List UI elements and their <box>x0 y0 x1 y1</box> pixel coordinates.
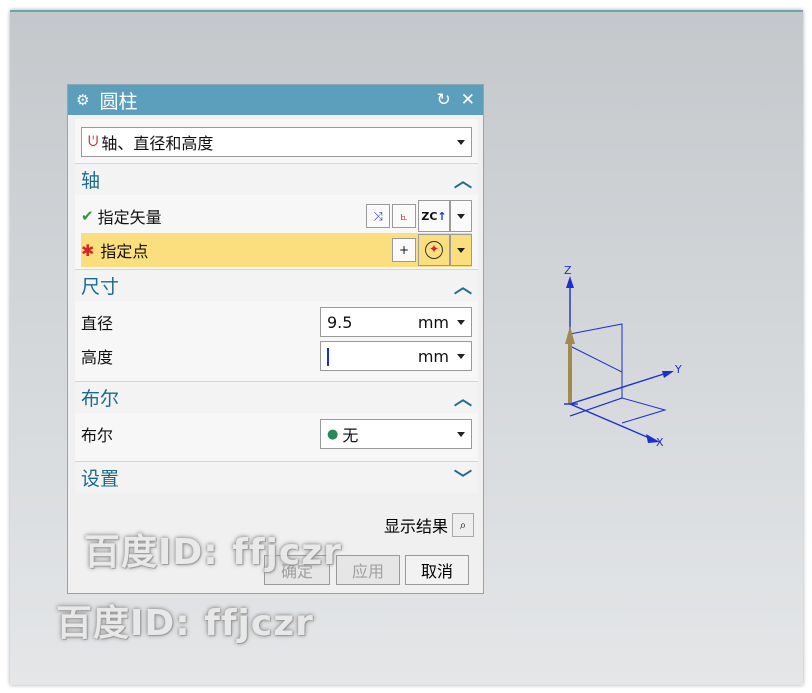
section-dimensions-title: 尺寸 <box>81 276 120 298</box>
vector-dropdown[interactable] <box>450 200 472 232</box>
chevron-down-icon[interactable]: ﹀ <box>454 465 472 491</box>
y-axis-label: Y <box>674 363 682 376</box>
section-axis-title: 轴 <box>81 170 101 192</box>
dialog-title: 圆柱 <box>99 90 138 113</box>
gear-icon[interactable]: ⚙ <box>76 91 89 109</box>
cylinder-type-select[interactable]: ᕫ 轴、直径和高度 <box>81 127 472 157</box>
cylinder-type-value: 轴、直径和高度 <box>101 134 214 153</box>
point-snap-button[interactable]: ✦ <box>418 234 450 266</box>
cancel-button[interactable]: 取消 <box>405 555 469 585</box>
y-axis-arrow <box>662 371 674 378</box>
watermark-2: 百度ID: ffjczr <box>56 603 314 644</box>
z-axis-arrow <box>566 276 574 288</box>
diameter-value[interactable]: 9.5 <box>327 313 418 332</box>
boolean-row: 布尔 ● 无 <box>81 417 472 451</box>
diameter-unit: mm <box>417 312 449 332</box>
section-boolean-body: 布尔 ● 无 <box>75 413 478 461</box>
vector-dialog-icon[interactable]: ⦜ <box>392 204 416 228</box>
section-boolean-title: 布尔 <box>81 388 120 410</box>
chevron-up-icon[interactable]: ︿ <box>454 167 472 193</box>
chevron-down-icon[interactable] <box>457 353 465 359</box>
specify-vector-row[interactable]: ✔ 指定矢量 ⤨ ⦜ ZC ↑ <box>81 199 472 233</box>
section-axis-body: ✔ 指定矢量 ⤨ ⦜ ZC ↑ ✱ 指定点 + ✦ <box>75 195 478 269</box>
vector-preview-head <box>565 326 575 344</box>
boolean-label: 布尔 <box>81 426 114 445</box>
x-axis-line <box>569 403 655 441</box>
section-boolean-header[interactable]: 布尔 ︿ <box>75 381 478 413</box>
dialog-body: ᕫ 轴、直径和高度 轴 ︿ ✔ 指定矢量 ⤨ ⦜ ZC ↑ ✱ 指定点 + ✦ … <box>75 119 478 493</box>
check-icon: ✔ <box>81 207 94 225</box>
diameter-row: 直径 9.5 mm <box>81 305 472 339</box>
z-axis-label: Z <box>564 264 572 277</box>
reverse-direction-icon[interactable]: ⤨ <box>366 204 390 228</box>
boolean-value: 无 <box>342 426 359 445</box>
x-axis-label: X <box>656 436 664 449</box>
chevron-down-icon <box>457 247 465 253</box>
point-dialog-icon[interactable]: + <box>392 238 416 262</box>
apply-button[interactable]: 应用 <box>336 555 400 585</box>
height-row: 高度 mm <box>81 339 472 373</box>
zc-vector-button[interactable]: ZC ↑ <box>418 200 450 232</box>
search-icon[interactable]: ⌕ <box>452 513 474 537</box>
section-settings-title: 设置 <box>81 468 120 490</box>
chevron-down-icon[interactable] <box>457 319 465 325</box>
section-settings-header[interactable]: 设置 ﹀ <box>75 461 478 493</box>
section-dimensions-body: 直径 9.5 mm 高度 mm <box>75 301 478 381</box>
watermark-1: 百度ID: ffjczr <box>84 532 342 573</box>
chevron-down-icon <box>457 431 465 437</box>
type-group: ᕫ 轴、直径和高度 <box>75 119 478 163</box>
chevron-up-icon[interactable]: ︿ <box>454 385 472 411</box>
zc-vector-text: ZC <box>421 209 438 223</box>
specify-point-label: 指定点 <box>100 242 149 261</box>
text-cursor <box>327 347 329 366</box>
boolean-none-icon: ● <box>327 426 339 442</box>
cylinder-dialog: ⚙ 圆柱 ↻ ✕ ᕫ 轴、直径和高度 轴 ︿ ✔ 指定矢量 ⤨ ⦜ ZC ↑ ✱… <box>67 84 484 594</box>
height-field[interactable]: mm <box>320 341 472 371</box>
required-asterisk-icon: ✱ <box>81 240 95 260</box>
specify-vector-label: 指定矢量 <box>97 208 162 227</box>
chevron-down-icon <box>457 139 465 145</box>
chevron-down-icon <box>457 213 465 219</box>
arrow-up-icon: ↑ <box>437 209 447 223</box>
show-result[interactable]: 显示结果 ⌕ <box>384 513 474 537</box>
diameter-field[interactable]: 9.5 mm <box>320 307 472 337</box>
show-result-label: 显示结果 <box>383 517 448 536</box>
height-unit: mm <box>417 346 449 366</box>
section-axis-header[interactable]: 轴 ︿ <box>75 163 478 195</box>
boolean-select[interactable]: ● 无 <box>320 419 472 449</box>
axis-diameter-height-icon: ᕫ <box>88 134 99 150</box>
point-dropdown[interactable] <box>450 234 472 266</box>
close-icon[interactable]: ✕ <box>461 90 475 110</box>
reset-icon[interactable]: ↻ <box>437 90 451 110</box>
specify-point-row[interactable]: ✱ 指定点 + ✦ <box>81 233 472 267</box>
chevron-up-icon[interactable]: ︿ <box>454 273 472 299</box>
dialog-titlebar[interactable]: ⚙ 圆柱 ↻ ✕ <box>68 85 483 115</box>
circle-center-icon: ✦ <box>425 241 443 259</box>
diameter-label: 直径 <box>81 314 114 333</box>
height-value[interactable] <box>327 346 418 366</box>
section-dimensions-header[interactable]: 尺寸 ︿ <box>75 269 478 301</box>
height-label: 高度 <box>81 348 114 367</box>
